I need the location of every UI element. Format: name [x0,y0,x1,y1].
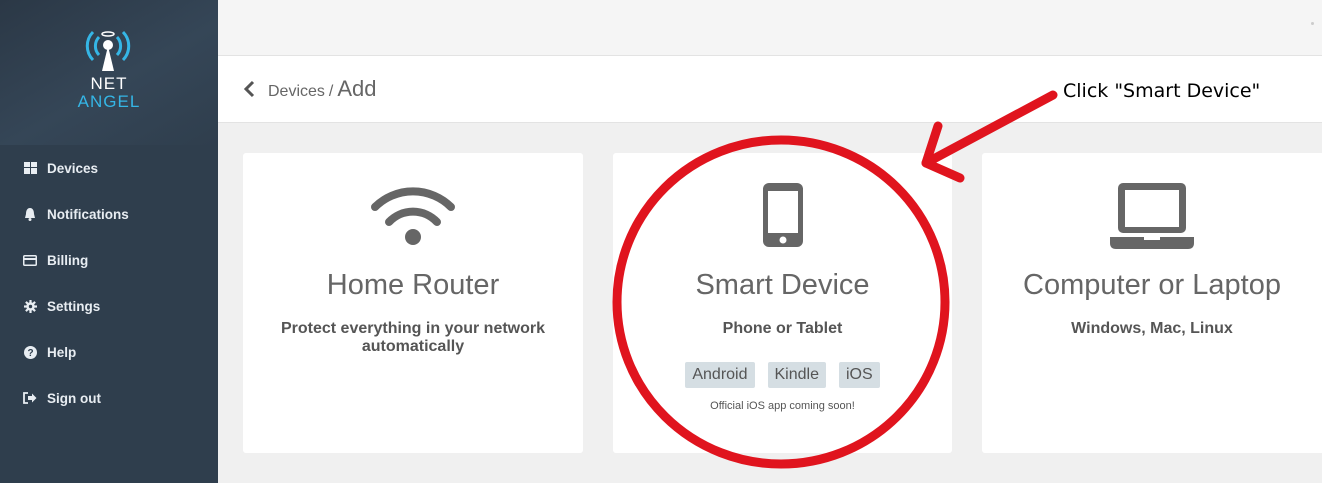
sidebar-item-label: Help [47,344,77,360]
breadcrumb-separator: / [328,83,334,100]
card-subtitle: Windows, Mac, Linux [1071,320,1233,337]
question-circle-icon: ? [23,345,37,359]
svg-text:?: ? [27,348,33,359]
device-card-smart-device[interactable]: Smart Device Phone or Tablet Android Kin… [613,153,952,453]
annotation-text: Click "Smart Device" [1063,80,1261,102]
logo-text-net: NET [90,74,128,93]
platform-tags: Android Kindle iOS [613,362,952,388]
breadcrumb: Devices / Add [268,76,377,102]
page-title: Add [337,76,377,101]
wifi-icon [371,187,455,245]
ios-coming-soon-note: Official iOS app coming soon! [710,400,855,412]
smartphone-icon [762,183,803,247]
sidebar-item-sign-out[interactable]: Sign out [0,375,218,421]
breadcrumb-devices-link[interactable]: Devices [268,83,325,101]
device-card-computer-laptop[interactable]: Computer or Laptop Windows, Mac, Linux [982,153,1322,453]
sidebar-item-billing[interactable]: Billing [0,237,218,283]
grid-icon [23,161,37,175]
sign-out-icon [23,391,37,405]
card-title: Computer or Laptop [1023,269,1281,301]
sidebar-item-notifications[interactable]: Notifications [0,191,218,237]
top-bar [218,0,1322,56]
chevron-left-icon[interactable] [242,80,256,98]
tag-ios[interactable]: iOS [838,362,880,388]
laptop-icon [1110,183,1194,249]
sidebar-item-help[interactable]: ? Help [0,329,218,375]
card-title: Smart Device [695,269,870,301]
gear-icon [23,299,37,313]
device-card-home-router[interactable]: Home Router Protect everything in your n… [243,153,583,453]
antenna-logo-icon [85,30,131,71]
logo[interactable]: NET ANGEL [0,0,218,145]
sidebar-item-label: Devices [47,160,99,176]
tag-android[interactable]: Android [685,362,755,388]
sidebar-item-label: Settings [47,298,101,314]
sidebar: NET ANGEL Devices Notifications Billing … [0,0,218,483]
corner-dot [1311,22,1314,25]
card-title: Home Router [326,269,500,301]
card-subtitle: Protect everything in your network autom… [280,320,546,355]
card-subtitle: Phone or Tablet [722,320,843,337]
sidebar-item-label: Notifications [47,206,129,222]
bell-icon [23,207,37,221]
sidebar-item-label: Sign out [47,390,101,406]
logo-text-angel: ANGEL [77,92,141,111]
sidebar-item-settings[interactable]: Settings [0,283,218,329]
sidebar-item-label: Billing [47,252,89,268]
tag-kindle[interactable]: Kindle [767,362,826,388]
sidebar-item-devices[interactable]: Devices [0,145,218,191]
credit-card-icon [23,253,37,267]
